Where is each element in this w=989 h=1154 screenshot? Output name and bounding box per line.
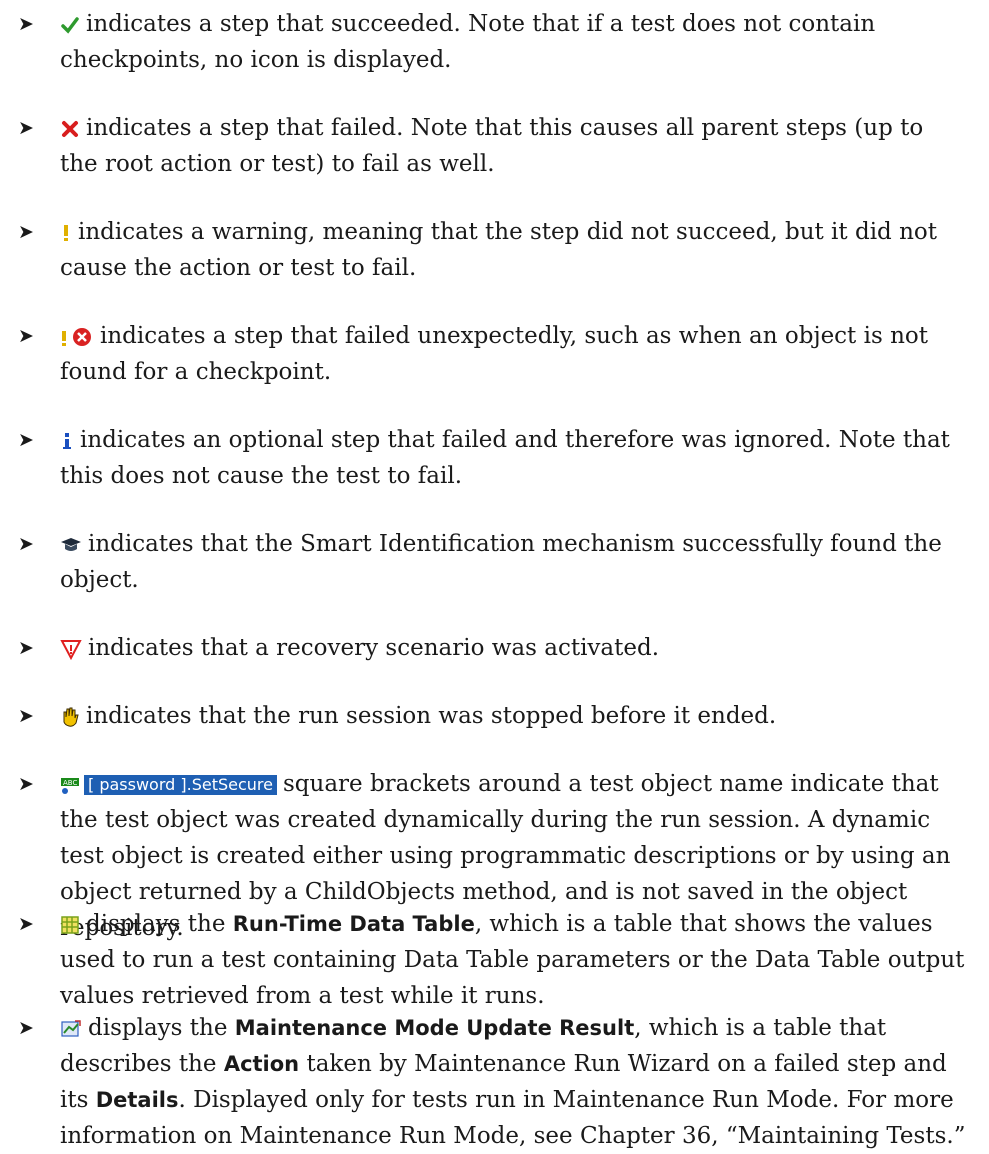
list-item: ➤ indicates that the run session was sto… — [18, 698, 968, 734]
item-text: indicates that a recovery scenario was a… — [88, 635, 660, 661]
item-text: indicates that the Smart Identification … — [60, 531, 942, 593]
list-item: ➤ displays the Run-Time Data Table, whic… — [18, 906, 968, 1014]
bullet-arrow: ➤ — [18, 533, 34, 555]
bullet-arrow: ➤ — [18, 913, 34, 935]
smart-identification-icon — [60, 535, 82, 555]
bullet-arrow: ➤ — [18, 705, 34, 727]
warning-exclamation-icon — [60, 223, 72, 243]
item-text-bold: Run-Time Data Table — [232, 912, 475, 936]
info-icon — [60, 431, 74, 451]
item-text: indicates that the run session was stopp… — [86, 703, 777, 729]
bullet-arrow: ➤ — [18, 221, 34, 243]
bullet-arrow: ➤ — [18, 429, 34, 451]
dynamic-object-label: [ password ].SetSecure — [84, 775, 277, 795]
document-page: ➤ indicates a step that succeeded. Note … — [0, 0, 989, 1149]
item-text: indicates an optional step that failed a… — [60, 427, 950, 489]
list-item: ➤ indicates a step that failed unexpecte… — [18, 318, 968, 390]
list-item: ➤ displays the Maintenance Mode Update R… — [18, 1010, 968, 1154]
test-object-sample: ABC [ password ].SetSecure — [60, 775, 277, 795]
item-text: indicates a step that failed. Note that … — [60, 115, 924, 177]
list-item: ➤ indicates a warning, meaning that the … — [18, 214, 968, 286]
data-table-icon — [60, 915, 80, 935]
list-item: ➤ indicates a step that succeeded. Note … — [18, 6, 968, 78]
item-text-bold-3: Details — [95, 1088, 179, 1112]
maintenance-update-icon — [60, 1019, 82, 1039]
bullet-arrow: ➤ — [18, 637, 34, 659]
item-text-bold: Maintenance Mode Update Result — [234, 1016, 635, 1040]
list-item: ➤ indicates an optional step that failed… — [18, 422, 968, 494]
bullet-arrow: ➤ — [18, 117, 34, 139]
item-text-post: . Displayed only for tests run in Mainte… — [60, 1087, 966, 1149]
stop-hand-icon — [60, 706, 80, 728]
list-item: ➤ indicates that a recovery scenario was… — [18, 630, 968, 666]
item-text-bold-2: Action — [223, 1052, 300, 1076]
checkmark-icon — [60, 15, 80, 35]
item-text-pre: displays the — [88, 1015, 228, 1041]
bullet-arrow: ➤ — [18, 13, 34, 35]
item-text: indicates a step that failed unexpectedl… — [60, 323, 928, 385]
item-text: indicates a warning, meaning that the st… — [60, 219, 937, 281]
item-text: indicates a step that succeeded. Note th… — [60, 11, 876, 73]
edit-box-icon: ABC — [60, 775, 80, 795]
bullet-arrow: ➤ — [18, 325, 34, 347]
recovery-scenario-icon — [60, 638, 82, 660]
item-text-pre: displays the — [86, 911, 226, 937]
cross-icon — [60, 119, 80, 139]
svg-text:ABC: ABC — [63, 779, 77, 787]
bullet-arrow: ➤ — [18, 773, 34, 795]
list-item: ➤ indicates a step that failed. Note tha… — [18, 110, 968, 182]
list-item: ➤ indicates that the Smart Identificatio… — [18, 526, 968, 598]
bullet-arrow: ➤ — [18, 1017, 34, 1039]
unexpected-failure-icon — [60, 326, 94, 348]
